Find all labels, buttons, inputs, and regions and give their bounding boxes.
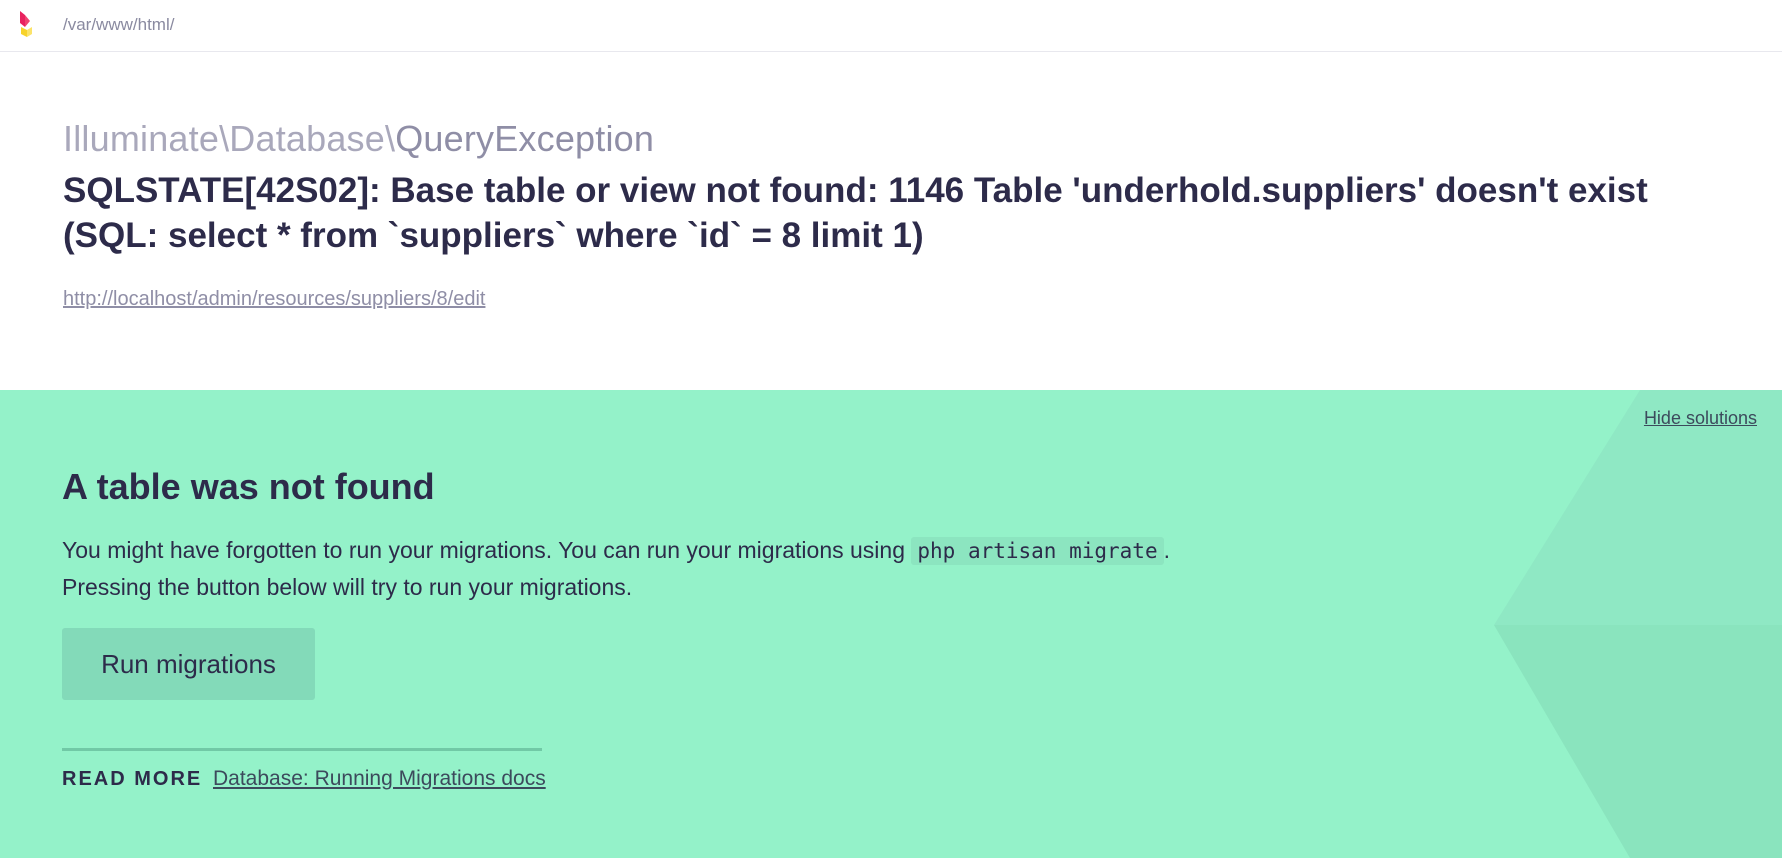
solution-description-end: . (1163, 537, 1170, 563)
solution-panel: Hide solutions A table was not found You… (0, 390, 1782, 858)
solution-description-line2: Pressing the button below will try to ru… (62, 574, 633, 600)
exception-class: Illuminate\Database\QueryException (63, 118, 654, 160)
hide-solutions-link[interactable]: Hide solutions (1644, 408, 1757, 429)
exception-class-name: QueryException (395, 118, 655, 159)
read-more-label: READ MORE (62, 768, 203, 790)
ignition-logo-icon[interactable] (18, 9, 36, 39)
run-migrations-button[interactable]: Run migrations (62, 628, 315, 700)
solution-description-text: You might have forgotten to run your mig… (62, 537, 912, 563)
solution-title: A table was not found (62, 466, 435, 507)
exception-namespace: Illuminate\Database\ (63, 118, 396, 159)
read-more-divider (62, 748, 542, 751)
migrate-command: php artisan migrate (911, 537, 1164, 565)
solution-description: You might have forgotten to run your mig… (62, 532, 1312, 605)
exception-url-link[interactable]: http://localhost/admin/resources/supplie… (63, 288, 485, 311)
migrations-docs-link[interactable]: Database: Running Migrations docs (213, 767, 546, 791)
app-path: /var/www/html/ (63, 15, 175, 34)
exception-message: SQLSTATE[42S02]: Base table or view not … (63, 171, 1648, 255)
top-bar: /var/www/html/ (0, 0, 1782, 52)
